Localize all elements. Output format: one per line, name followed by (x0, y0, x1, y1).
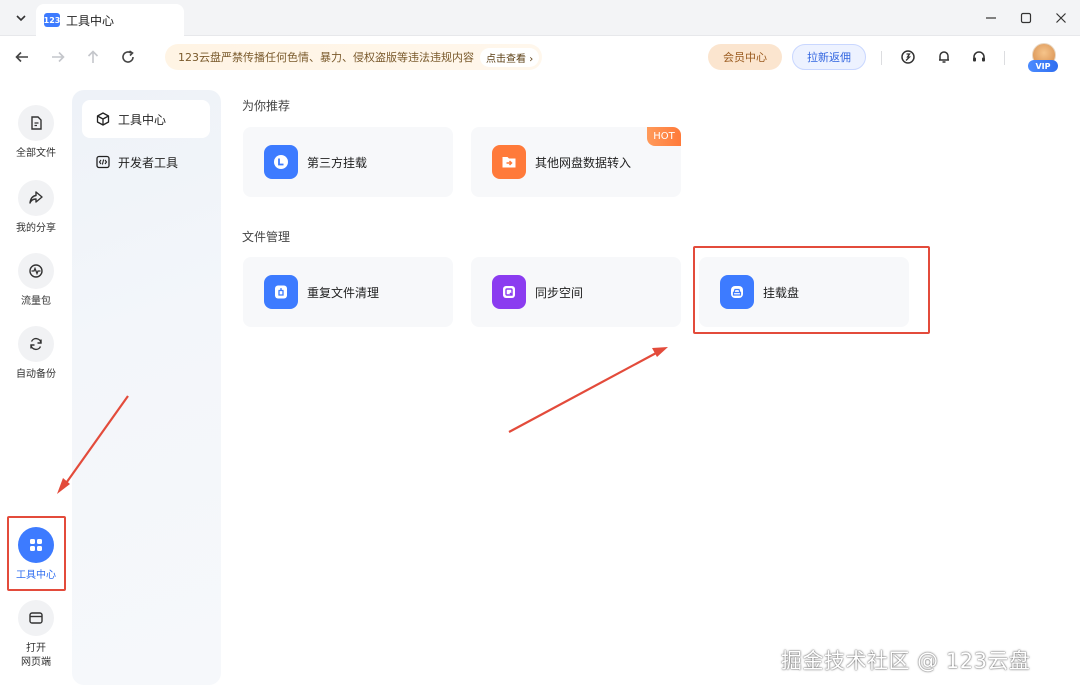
cube-icon (96, 112, 110, 126)
hot-badge: HOT (647, 127, 681, 146)
rail-label: 流量包 (21, 296, 51, 307)
notice-link-label: 点击查看 (486, 53, 526, 65)
vip-badge: VIP (1028, 60, 1058, 72)
card-import-other-cloud[interactable]: 其他网盘数据转入 HOT (471, 127, 681, 197)
share-icon (18, 180, 54, 216)
rail-item-auto-backup[interactable]: 自动备份 (0, 326, 72, 382)
watermark: 掘金技术社区 @ 123云盘 (781, 649, 1031, 673)
file-icon (18, 105, 54, 141)
tool-subnav: 工具中心 开发者工具 (72, 90, 221, 685)
annotation-highlight-box (7, 516, 66, 591)
card-label: 第三方挂载 (307, 155, 368, 170)
headset-icon[interactable] (968, 46, 990, 68)
card-third-party-mount[interactable]: 第三方挂载 (243, 127, 453, 197)
browser-icon (18, 600, 54, 636)
card-duplicate-cleanup[interactable]: 重复文件清理 (243, 257, 453, 327)
card-label: 其他网盘数据转入 (535, 155, 632, 170)
maximize-icon[interactable] (1015, 8, 1037, 28)
rail-item-my-share[interactable]: 我的分享 (0, 180, 72, 236)
tab-list-dropdown-icon[interactable] (12, 9, 30, 27)
main-nav-rail: 全部文件 我的分享 流量包 自动备份 工具中心 打开 网页端 (0, 77, 72, 695)
subnav-item-developer-tools[interactable]: 开发者工具 (82, 143, 210, 181)
chevron-right-icon: › (529, 53, 534, 65)
annotation-arrow-line (508, 351, 659, 433)
forward-arrow-icon[interactable] (47, 46, 69, 68)
toolbar-divider (1004, 51, 1005, 65)
notice-banner[interactable]: 123云盘严禁传播任何色情、暴力、侵权盗版等违法违规内容 点击查看 › (165, 44, 542, 70)
rail-label: 我的分享 (16, 223, 56, 234)
sync-icon (18, 326, 54, 362)
annotation-highlight-box (693, 246, 930, 334)
title-bar: 123 工具中心 (0, 0, 1080, 36)
annotation-arrow-head (652, 347, 668, 357)
subnav-label: 工具中心 (118, 112, 167, 127)
tab-title: 工具中心 (66, 13, 115, 28)
speed-icon[interactable] (897, 46, 919, 68)
subnav-item-tool-center[interactable]: 工具中心 (82, 100, 210, 138)
toolbar: 123云盘严禁传播任何色情、暴力、侵权盗版等违法违规内容 点击查看 › 会员中心… (0, 37, 1080, 77)
trash-icon (264, 275, 298, 309)
card-sync-space[interactable]: 同步空间 (471, 257, 681, 327)
traffic-icon (18, 253, 54, 289)
rail-item-traffic-pack[interactable]: 流量包 (0, 253, 72, 309)
rail-item-all-files[interactable]: 全部文件 (0, 105, 72, 161)
rail-item-open-web[interactable]: 打开 网页端 (0, 600, 72, 670)
rail-label: 全部文件 (16, 148, 56, 159)
notice-text: 123云盘严禁传播任何色情、暴力、侵权盗版等违法违规内容 (178, 51, 474, 64)
code-icon (96, 155, 110, 169)
bell-icon[interactable] (933, 46, 955, 68)
refresh-icon[interactable] (117, 46, 139, 68)
subnav-label: 开发者工具 (118, 155, 179, 170)
card-label: 重复文件清理 (307, 285, 380, 300)
invite-rebate-button[interactable]: 拉新返佣 (792, 44, 866, 70)
section-title-recommend: 为你推荐 (242, 99, 291, 113)
card-label: 同步空间 (535, 285, 584, 300)
close-icon[interactable] (1050, 8, 1072, 28)
import-folder-icon (492, 145, 526, 179)
tab-tool-center[interactable]: 123 工具中心 (36, 4, 184, 36)
rail-label: 打开 网页端 (21, 643, 51, 668)
up-arrow-icon[interactable] (82, 46, 104, 68)
mount-icon (264, 145, 298, 179)
minimize-icon[interactable] (980, 8, 1002, 28)
app-logo-icon: 123 (44, 13, 60, 27)
sync-space-icon (492, 275, 526, 309)
member-center-button[interactable]: 会员中心 (708, 44, 782, 70)
notice-link[interactable]: 点击查看 › (480, 47, 540, 67)
section-title-file-management: 文件管理 (242, 230, 291, 244)
back-arrow-icon[interactable] (11, 46, 33, 68)
toolbar-divider (881, 51, 882, 65)
rail-label: 自动备份 (16, 369, 56, 380)
